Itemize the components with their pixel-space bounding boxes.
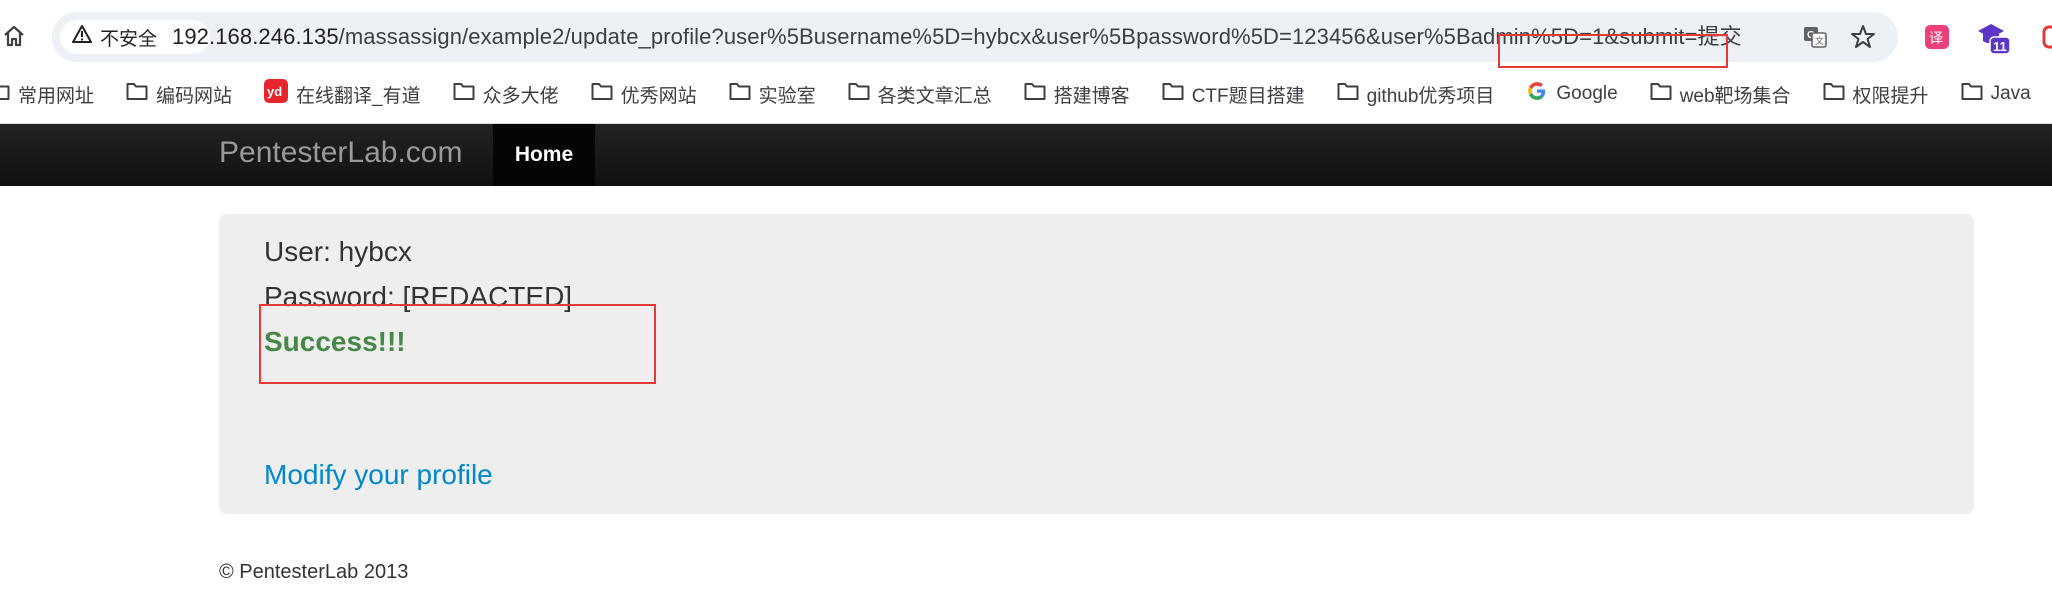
folder-icon [453, 81, 475, 107]
graduation-extension-icon[interactable]: 11 [1976, 20, 2010, 54]
google-icon [1526, 80, 1548, 108]
svg-text:译: 译 [1929, 31, 1943, 47]
brand-link[interactable]: PentesterLab.com [219, 136, 462, 170]
extension-badge: 11 [1993, 39, 2007, 54]
folder-icon [1337, 81, 1359, 107]
address-bar[interactable]: 不安全 192.168.246.135/massassign/example2/… [52, 12, 1898, 68]
url-annotation-box [1498, 34, 1728, 68]
bookmark-label: 编码网站 [156, 85, 233, 107]
folder-icon [1024, 81, 1046, 107]
url-host: 192.168.246.135 [172, 24, 339, 49]
bookmark-item[interactable]: yd 在线翻译_有道 [264, 79, 421, 109]
nav-home-link[interactable]: Home [493, 124, 595, 186]
success-annotation-box [259, 304, 656, 384]
translate-icon[interactable]: G 文 [1798, 20, 1832, 54]
bookmark-item[interactable]: Java [1961, 81, 2031, 107]
bookmark-item[interactable]: 优秀网站 [591, 81, 697, 108]
bookmark-label: Google [1556, 83, 1618, 104]
bookmark-item[interactable]: 各类文章汇总 [848, 81, 992, 108]
svg-text:yd: yd [267, 84, 282, 99]
red-extension-icon[interactable] [2034, 20, 2052, 54]
warning-icon [72, 25, 92, 49]
bookmark-item[interactable]: github优秀项目 [1337, 81, 1495, 108]
security-label: 不安全 [100, 28, 158, 50]
folder-icon [1823, 81, 1845, 107]
bookmark-item[interactable]: CTF题目搭建 [1162, 81, 1305, 108]
top-navbar: PentesterLab.com Home [0, 124, 2052, 186]
bookmark-label: 常用网址 [18, 85, 95, 107]
bookmark-label: Java [1990, 83, 2031, 104]
home-icon[interactable] [0, 16, 28, 56]
bookmark-item[interactable]: Google [1526, 80, 1618, 108]
bookmark-item[interactable]: 众多大佬 [453, 81, 559, 108]
folder-icon [729, 81, 751, 107]
bookmark-label: 权限提升 [1852, 85, 1929, 107]
folder-icon [1162, 81, 1184, 107]
bookmark-item[interactable]: 编码网站 [126, 81, 232, 108]
star-icon[interactable] [1846, 20, 1880, 54]
user-line: User: hybcx [264, 236, 412, 267]
bookmark-label: 各类文章汇总 [877, 85, 992, 107]
translate-extension-icon[interactable]: 译 [1920, 20, 1954, 54]
bookmark-item[interactable]: 权限提升 [1823, 81, 1929, 108]
modify-profile-link[interactable]: Modify your profile [264, 459, 493, 491]
folder-icon [0, 81, 10, 107]
folder-icon [848, 81, 870, 107]
bookmark-label: 众多大佬 [482, 85, 559, 107]
bookmark-label: web靶场集合 [1679, 85, 1791, 107]
bookmark-label: CTF题目搭建 [1191, 85, 1305, 107]
bookmark-item[interactable]: web靶场集合 [1650, 81, 1791, 108]
folder-icon [126, 81, 148, 107]
svg-text:文: 文 [1815, 35, 1824, 47]
bookmark-label: 搭建博客 [1053, 85, 1130, 107]
youdao-icon: yd [264, 79, 289, 109]
profile-panel: User: hybcx Password: [REDACTED] Success… [219, 214, 1974, 514]
bookmarks-bar: 常用网址 编码网站 yd 在线翻译_有道 众多大佬 优秀网站 实验室 各类文章汇… [0, 74, 2052, 114]
footer-copyright: © PentesterLab 2013 [219, 561, 409, 583]
folder-icon [1961, 81, 1983, 107]
folder-icon [1650, 81, 1672, 107]
bookmark-label: 优秀网站 [620, 85, 697, 107]
bookmark-label: 实验室 [758, 85, 816, 107]
bookmark-item[interactable]: 实验室 [729, 81, 816, 108]
bookmark-item[interactable]: 搭建博客 [1024, 81, 1130, 108]
browser-chrome: 不安全 192.168.246.135/massassign/example2/… [0, 0, 2052, 124]
bookmark-label: 在线翻译_有道 [296, 85, 421, 107]
bookmark-item[interactable]: 常用网址 [0, 81, 94, 108]
bookmark-label: github优秀项目 [1366, 85, 1495, 107]
folder-icon [591, 81, 613, 107]
